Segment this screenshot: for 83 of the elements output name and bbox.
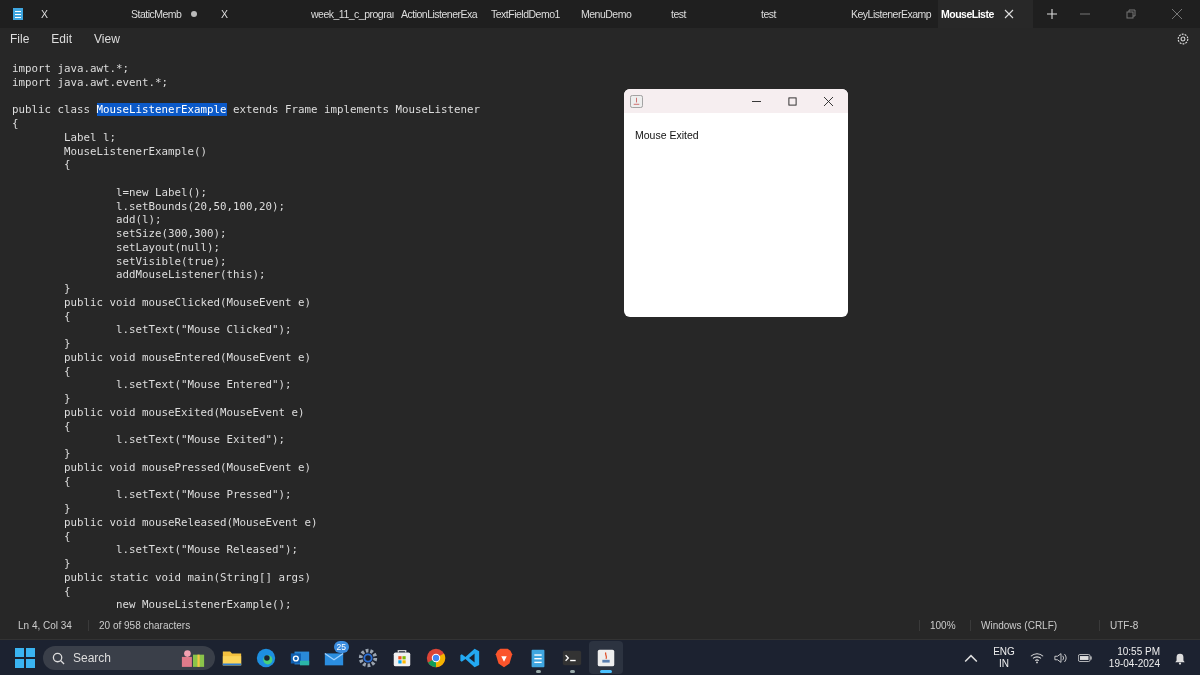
start-icon[interactable] [15,647,35,668]
close-icon[interactable] [824,96,833,106]
code-text: } [63,392,71,405]
code-text: { [63,474,71,488]
search-field[interactable]: Search [43,645,215,670]
code-text: } [63,557,71,570]
code-text: { [63,529,71,543]
code-text: import java.awt.*; [12,62,129,75]
code-text: { [63,419,71,433]
search-icon [52,651,65,665]
notepad-icon [12,7,24,21]
code-text: } [63,502,71,515]
battery-icon[interactable] [1077,651,1092,664]
settings-icon[interactable] [1176,32,1190,46]
code-text: public static void main(String[] args) [63,570,311,584]
restore-icon[interactable] [1126,9,1136,19]
encoding: UTF-8 [1099,619,1200,631]
code-text: l.setText("Mouse Pressed"); [115,488,292,502]
character-count: 20 of 958 characters [88,619,191,631]
taskbar-app[interactable] [589,641,623,674]
menu-item[interactable]: File [10,32,30,46]
code-text: public void mouseClicked(MouseEvent e) [63,295,311,309]
code-text: } [63,282,71,295]
code-text: import java.awt.event.*; [12,75,168,89]
code-text: l.setText("Mouse Entered"); [115,378,292,392]
code-text: { [63,584,71,598]
code-text: setLayout(null); [115,240,220,254]
code-text: l.setText("Mouse Clicked"); [115,323,292,337]
code-text: MouseListenerExample() [63,144,207,158]
code-text: public class [12,103,91,117]
code-text: addMouseListener(this); [115,268,266,282]
tab[interactable]: KeyListenerExamp [848,0,938,28]
settings-icon [357,646,379,669]
code-text: setVisible(true); [115,254,227,268]
tab[interactable]: MouseListe [938,0,1033,28]
running-indicator [536,670,541,673]
code-text: { [63,309,71,323]
code-text: Label l; [63,130,116,144]
tab[interactable]: StaticMemb [128,0,218,28]
speaker-icon[interactable] [1053,651,1068,664]
code-text: l.setText("Mouse Released"); [115,543,298,557]
code-text: public void mouseEntered(MouseEvent e) [63,350,311,364]
line-ending: Windows (CRLF) [970,619,1099,631]
running-indicator [570,670,575,673]
code-text: } [63,447,71,460]
clock-time[interactable]: 10:55 PM [1117,645,1160,658]
language-indicator[interactable]: ENG [993,645,1015,658]
tab[interactable]: test [758,0,848,28]
code-text: extends Frame implements MouseListener [232,103,481,117]
code-text: setSize(300,300); [115,227,227,240]
code-text: l.setText("Mouse Exited"); [115,433,285,447]
menu-item[interactable]: View [94,32,120,46]
code-text: public void mousePressed(MouseEvent e) [63,460,311,474]
maximize-icon[interactable] [788,96,797,106]
tab[interactable]: ActionListenerExa [398,0,488,28]
code-text: { [63,364,71,378]
status-label: Mouse Exited [635,129,699,141]
code-text: MouseListenerExample [96,103,227,117]
wifi-icon[interactable] [1029,651,1044,664]
code-text: { [63,158,71,172]
code-text: { [12,117,19,130]
zoom-level: 100% [919,619,970,631]
cursor-position: Ln 4, Col 34 [18,619,73,631]
tab[interactable]: X [38,0,128,28]
tab[interactable]: TextFieldDemo1 [488,0,578,28]
region-indicator[interactable]: IN [999,657,1009,670]
code-text: l=new Label(); [115,185,207,199]
notification-badge: 25 [333,641,349,653]
tab[interactable]: MenuDemo [578,0,668,28]
code-text: public void mouseReleased(MouseEvent e) [63,515,318,529]
code-text: add(l); [115,213,162,227]
code-text: l.setBounds(20,50,100,20); [115,199,285,213]
menu-item[interactable]: Edit [51,32,73,46]
code-text: } [63,337,71,350]
code-editor-icon [459,646,481,669]
code-text: public void mouseExited(MouseEvent e) [63,405,305,419]
code-text: new MouseListenerExample(); [115,598,292,611]
clock-date[interactable]: 19-04-2024 [1108,657,1160,670]
tab[interactable]: week_11_c_prograı [308,0,398,28]
add-tab-icon[interactable] [1047,9,1057,19]
tab[interactable]: X [218,0,308,28]
running-indicator [600,670,612,673]
tab[interactable]: test [668,0,758,28]
